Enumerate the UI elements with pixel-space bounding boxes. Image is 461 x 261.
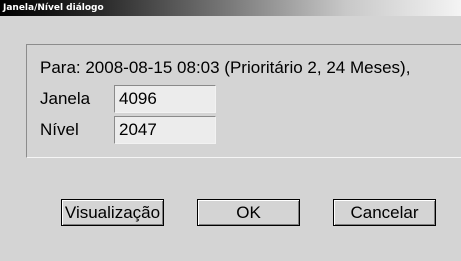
janela-label: Janela [40, 89, 91, 108]
ok-button[interactable]: OK [197, 199, 300, 226]
janela-nivel-dialog: Janela/Nível diálogo Para: 2008-08-15 08… [0, 0, 461, 261]
info-text: Para: 2008-08-15 08:03 (Prioritário 2, 2… [40, 58, 411, 77]
nivel-label: Nível [40, 120, 79, 139]
title-bar[interactable]: Janela/Nível diálogo [0, 0, 461, 16]
dialog-title: Janela/Nível diálogo [3, 3, 104, 13]
cancel-button[interactable]: Cancelar [333, 199, 436, 226]
preview-button[interactable]: Visualização [61, 199, 164, 226]
nivel-input[interactable] [114, 116, 216, 144]
janela-input[interactable] [114, 85, 216, 113]
